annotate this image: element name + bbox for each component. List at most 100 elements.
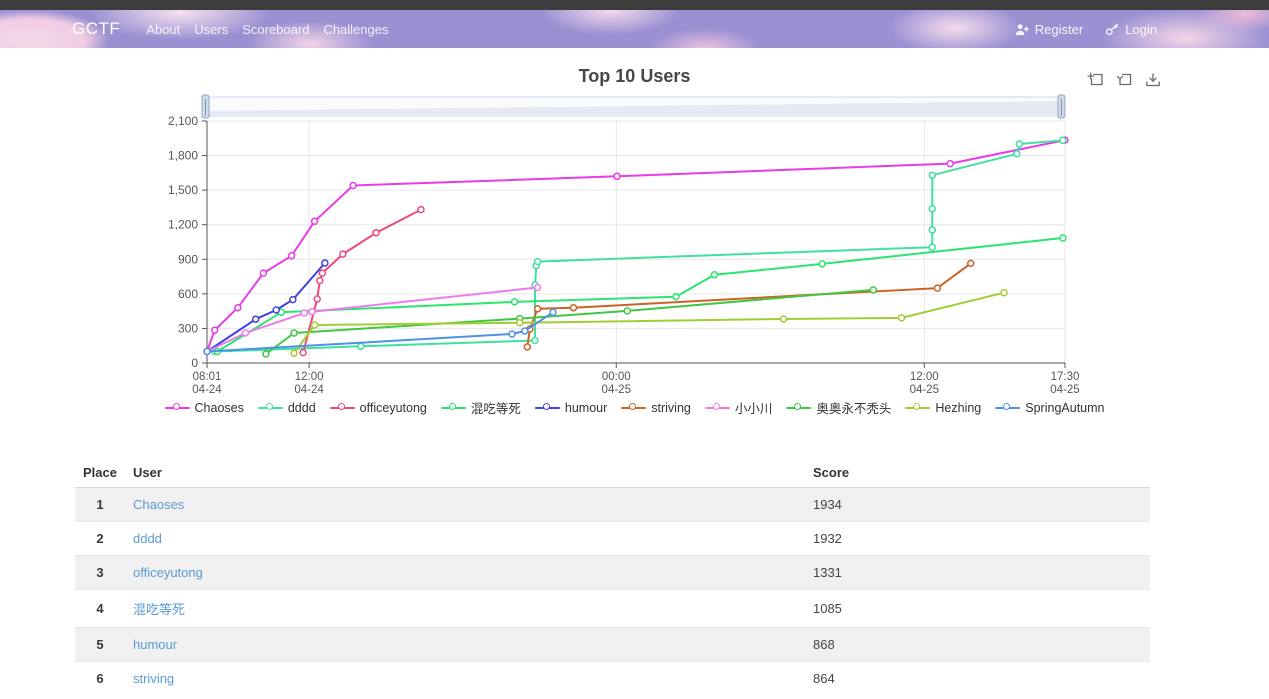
legend-marker (786, 407, 811, 409)
score-cell: 1934 (805, 488, 1150, 522)
x-axis-label-date: 04-24 (294, 384, 324, 394)
user-link[interactable]: dddd (133, 531, 162, 546)
user-link[interactable]: striving (133, 671, 174, 686)
legend-marker (330, 407, 355, 409)
area-zoom-icon[interactable] (1085, 70, 1105, 90)
restore-icon[interactable] (1114, 70, 1134, 90)
legend-label: striving (651, 401, 691, 415)
user-link[interactable]: officeyutong (133, 565, 203, 580)
x-axis-label-date: 04-25 (1050, 384, 1079, 394)
y-axis-label: 1,800 (168, 149, 198, 163)
brand-logo[interactable]: GCTF (72, 19, 120, 39)
legend-item-小小川[interactable]: 小小川 (705, 398, 773, 417)
legend-item-SpringAutumn[interactable]: SpringAutumn (995, 401, 1104, 415)
series-point (624, 308, 630, 314)
score-cell: 868 (805, 628, 1150, 662)
series-point (929, 172, 935, 178)
series-point (289, 253, 295, 259)
y-axis-label: 600 (178, 287, 198, 301)
series-point (947, 161, 953, 167)
series-point (253, 316, 259, 322)
series-point (929, 244, 935, 250)
legend-label: officeyutong (360, 401, 427, 415)
series-point (350, 183, 356, 189)
y-axis-label: 300 (178, 321, 198, 335)
series-point (781, 316, 787, 322)
key-icon (1105, 23, 1120, 36)
legend-label: humour (565, 401, 607, 415)
legend-marker (535, 407, 560, 409)
legend-marker (165, 407, 190, 409)
save-image-icon[interactable] (1143, 70, 1163, 90)
nav-right: Register Login (1015, 22, 1157, 37)
legend-item-奥奥永不秃头[interactable]: 奥奥永不秃头 (786, 398, 891, 417)
table-row: 3 officeyutong 1331 (75, 556, 1150, 590)
legend-marker (441, 407, 466, 409)
place-cell: 5 (75, 628, 125, 662)
user-link[interactable]: humour (133, 637, 177, 652)
register-label: Register (1035, 22, 1083, 37)
series-point (290, 297, 296, 303)
user-link[interactable]: Chaoses (133, 497, 184, 512)
series-point (204, 349, 210, 355)
legend-item-混吃等死[interactable]: 混吃等死 (441, 398, 521, 417)
legend-item-dddd[interactable]: dddd (258, 401, 316, 415)
series-point (301, 310, 307, 316)
legend-marker (258, 407, 283, 409)
user-link[interactable]: 混吃等死 (133, 602, 185, 617)
chart-toolbox (1085, 70, 1163, 90)
user-plus-icon (1015, 23, 1030, 36)
legend-marker (621, 407, 646, 409)
series-point (340, 251, 346, 257)
y-axis-label: 900 (178, 252, 198, 266)
series-point (819, 261, 825, 267)
navbar: GCTF About Users Scoreboard Challenges Regi… (0, 10, 1269, 48)
place-cell: 3 (75, 556, 125, 590)
series-point (291, 350, 297, 356)
legend-marker-dot (449, 403, 456, 410)
score-cell: 1932 (805, 522, 1150, 556)
legend-item-Chaoses[interactable]: Chaoses (165, 401, 244, 415)
score-cell: 1085 (805, 590, 1150, 628)
series-point (517, 320, 523, 326)
series-point (242, 330, 248, 336)
legend-marker-dot (913, 403, 920, 410)
series-point (512, 299, 518, 305)
login-link[interactable]: Login (1105, 22, 1157, 37)
series-point (212, 327, 218, 333)
score-cell: 1331 (805, 556, 1150, 590)
user-cell: striving (125, 662, 805, 696)
nav-link-scoreboard[interactable]: Scoreboard (242, 22, 309, 37)
nav-link-challenges[interactable]: Challenges (323, 22, 388, 37)
x-axis-label-date: 04-25 (602, 384, 631, 394)
table-row: 6striving864 (75, 662, 1150, 696)
legend-label: 奥奥永不秃头 (816, 398, 891, 417)
x-axis-label-time: 00:00 (602, 371, 631, 383)
score-chart-canvas[interactable]: 03006009001,2001,5001,8002,10008:0104-24… (0, 90, 1269, 394)
legend-item-striving[interactable]: striving (621, 401, 691, 415)
place-cell: 2 (75, 522, 125, 556)
series-line-striving (527, 263, 970, 347)
chart-legend: Chaoses dddd officeyutong 混吃等死 humour strivin… (0, 398, 1269, 417)
legend-item-officeyutong[interactable]: officeyutong (330, 401, 427, 415)
legend-item-humour[interactable]: humour (535, 401, 607, 415)
series-point (614, 173, 620, 179)
series-point (1016, 141, 1022, 147)
series-point (263, 351, 269, 357)
series-point (535, 306, 541, 312)
nav-link-about[interactable]: About (146, 22, 180, 37)
series-point (929, 206, 935, 212)
legend-item-Hezhing[interactable]: Hezhing (905, 401, 981, 415)
register-link[interactable]: Register (1015, 22, 1083, 37)
place-cell: 4 (75, 590, 125, 628)
table-row: 2 dddd 1932 (75, 522, 1150, 556)
series-point (934, 285, 940, 291)
series-point (235, 305, 241, 311)
nav-link-users[interactable]: Users (194, 22, 228, 37)
table-row: 1 Chaoses 1934 (75, 488, 1150, 522)
place-cell: 1 (75, 488, 125, 522)
series-point (711, 272, 717, 278)
legend-marker-dot (629, 403, 636, 410)
score-cell: 864 (805, 662, 1150, 696)
legend-label: Chaoses (195, 401, 244, 415)
